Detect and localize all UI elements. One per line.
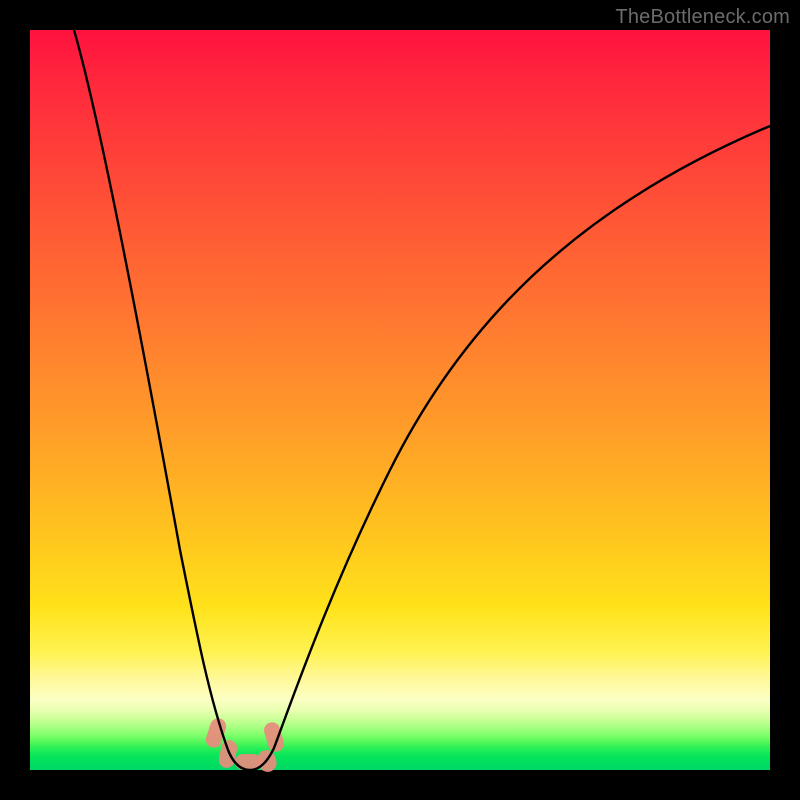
bottleneck-curve (74, 30, 770, 770)
chart-frame: TheBottleneck.com (0, 0, 800, 800)
curve-layer (30, 30, 770, 770)
optimal-zone-blobs (204, 716, 286, 774)
watermark-text: TheBottleneck.com (615, 6, 790, 29)
plot-area (30, 30, 770, 770)
